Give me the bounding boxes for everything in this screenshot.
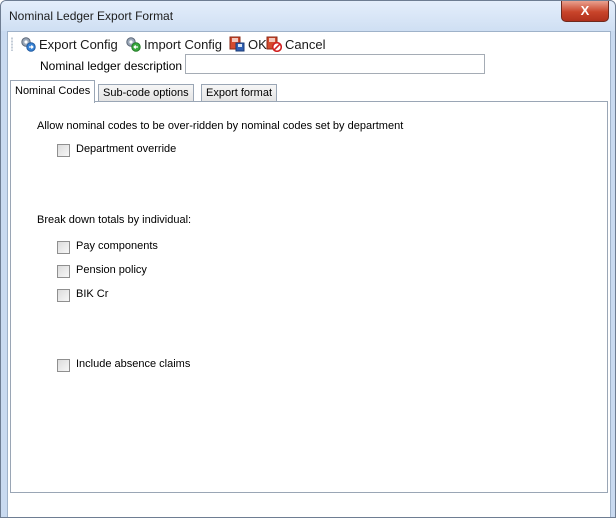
pay-components-checkbox[interactable] [57, 241, 70, 254]
tab-export-format[interactable]: Export format [201, 84, 278, 102]
nominal-codes-panel: Allow nominal codes to be over-ridden by… [10, 101, 608, 493]
import-config-button[interactable]: Import Config [125, 35, 222, 53]
pension-policy-label: Pension policy [76, 264, 147, 276]
pay-components-label: Pay components [76, 240, 158, 252]
tab-sub-code-options[interactable]: Sub-code options [98, 84, 194, 102]
nominal-ledger-description-input[interactable] [185, 54, 485, 74]
department-override-checkbox[interactable] [57, 144, 70, 157]
include-absence-claims-checkbox[interactable] [57, 359, 70, 372]
include-absence-claims-label: Include absence claims [76, 358, 191, 370]
save-ok-icon [229, 36, 245, 52]
window-title: Nominal Ledger Export Format [9, 9, 174, 23]
import-gears-icon [126, 37, 141, 52]
export-config-button[interactable]: Export Config [20, 35, 118, 53]
breakdown-heading: Break down totals by individual: [37, 214, 192, 226]
cancel-icon [266, 36, 282, 52]
dialog-window: Nominal Ledger Export Format X Export Co… [0, 0, 616, 518]
bik-cr-label: BIK Cr [76, 288, 109, 300]
override-heading: Allow nominal codes to be over-ridden by… [37, 120, 404, 132]
bik-cr-checkbox[interactable] [57, 289, 70, 302]
toolbar-grip[interactable] [11, 37, 13, 51]
ok-label: OK [248, 36, 267, 52]
department-override-label: Department override [76, 143, 177, 155]
close-button[interactable]: X [561, 1, 609, 22]
nominal-ledger-description-label: Nominal ledger description [40, 59, 183, 73]
title-bar[interactable]: Nominal Ledger Export Format X [1, 1, 615, 31]
export-gears-icon [21, 37, 36, 52]
toolbar: Export Config Import Config OK Cancel [8, 32, 610, 56]
tab-nominal-codes[interactable]: Nominal Codes [10, 80, 96, 103]
pension-policy-checkbox[interactable] [57, 265, 70, 278]
cancel-label: Cancel [285, 36, 326, 52]
import-config-label: Import Config [144, 36, 223, 52]
ok-button[interactable]: OK [229, 35, 267, 53]
dialog-content: Export Config Import Config OK Cancel No… [7, 31, 611, 517]
export-config-label: Export Config [39, 36, 118, 52]
cancel-button[interactable]: Cancel [266, 35, 325, 53]
